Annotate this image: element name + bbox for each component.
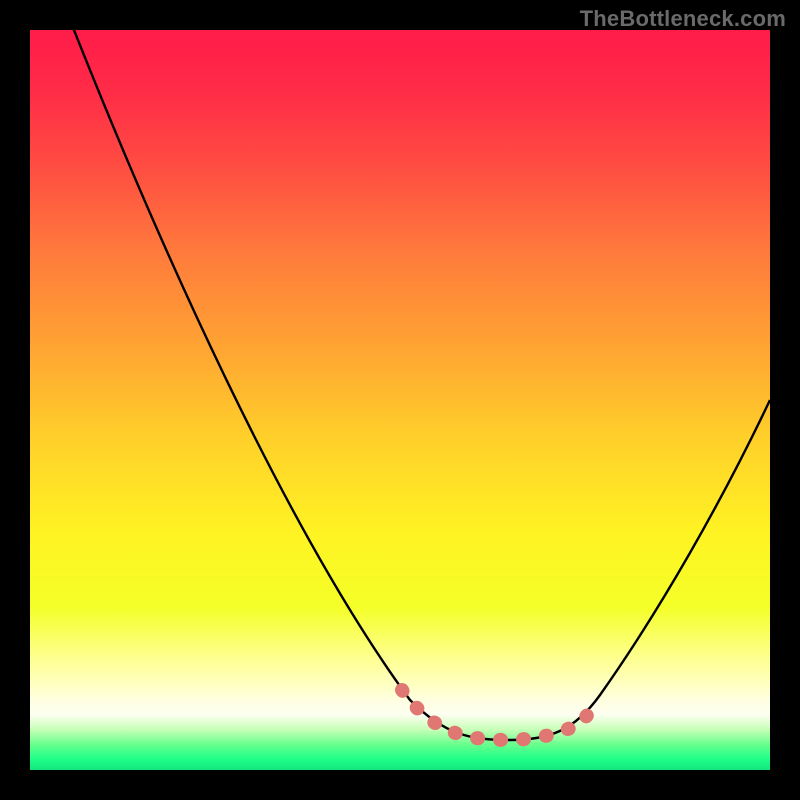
plot-area: [30, 30, 770, 770]
watermark-text: TheBottleneck.com: [580, 6, 786, 32]
bottom-highlight: [402, 690, 597, 740]
bottleneck-curve: [30, 30, 770, 770]
chart-frame: TheBottleneck.com: [0, 0, 800, 800]
curve-path: [70, 30, 770, 740]
